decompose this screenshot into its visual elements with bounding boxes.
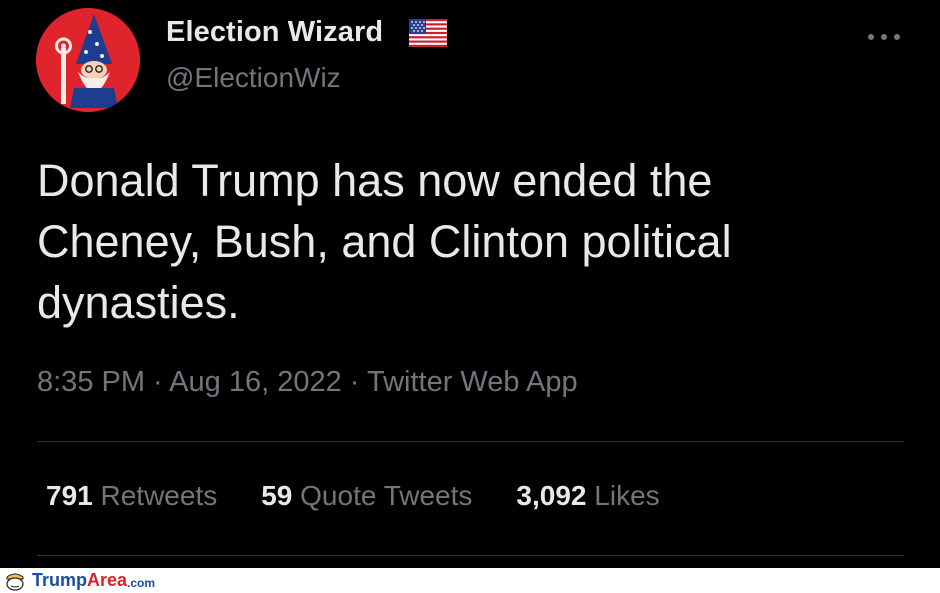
dot	[868, 34, 874, 40]
user-handle[interactable]: @ElectionWiz	[166, 62, 341, 94]
brand-dotcom: .com	[127, 575, 156, 590]
brand-area: Area	[87, 570, 128, 590]
tweet-meta: 8:35 PM · Aug 16, 2022 · Twitter Web App	[37, 366, 578, 399]
dot	[881, 34, 887, 40]
likes-stat[interactable]: 3,092 Likes	[516, 480, 659, 512]
tweet-time[interactable]: 8:35 PM	[37, 366, 145, 398]
quote-tweets-count: 59	[261, 480, 293, 511]
meta-separator: ·	[145, 366, 170, 398]
retweets-label: Retweets	[100, 480, 218, 511]
divider	[37, 441, 904, 442]
tweet-source[interactable]: Twitter Web App	[367, 366, 578, 398]
trump-area-logo[interactable]: Trump Area .com	[4, 570, 155, 591]
quote-tweets-stat[interactable]: 59 Quote Tweets	[261, 480, 472, 512]
wizard-avatar-icon[interactable]	[36, 8, 140, 112]
divider	[37, 555, 904, 556]
tweet-card: Election Wizard @ElectionWiz Donald Trum…	[0, 0, 940, 568]
display-name[interactable]: Election Wizard	[166, 16, 383, 49]
tweet-text: Donald Trump has now ended the Cheney, B…	[37, 155, 732, 328]
meta-separator: ·	[341, 366, 367, 398]
trump-area-logo-icon	[6, 573, 24, 591]
dot	[894, 34, 900, 40]
retweets-count: 791	[46, 480, 93, 511]
quote-tweets-label: Quote Tweets	[300, 480, 473, 511]
watermark-footer: Trump Area .com	[0, 568, 940, 593]
brand-trump: Trump	[32, 570, 88, 590]
likes-count: 3,092	[516, 480, 587, 511]
tweet-stats: 791 Retweets 59 Quote Tweets 3,092 Likes	[46, 480, 704, 512]
retweets-stat[interactable]: 791 Retweets	[46, 480, 217, 512]
us-flag-icon	[409, 19, 447, 47]
more-dots-icon[interactable]	[866, 25, 902, 49]
tweet-date[interactable]: Aug 16, 2022	[169, 366, 342, 398]
likes-label: Likes	[594, 480, 660, 511]
